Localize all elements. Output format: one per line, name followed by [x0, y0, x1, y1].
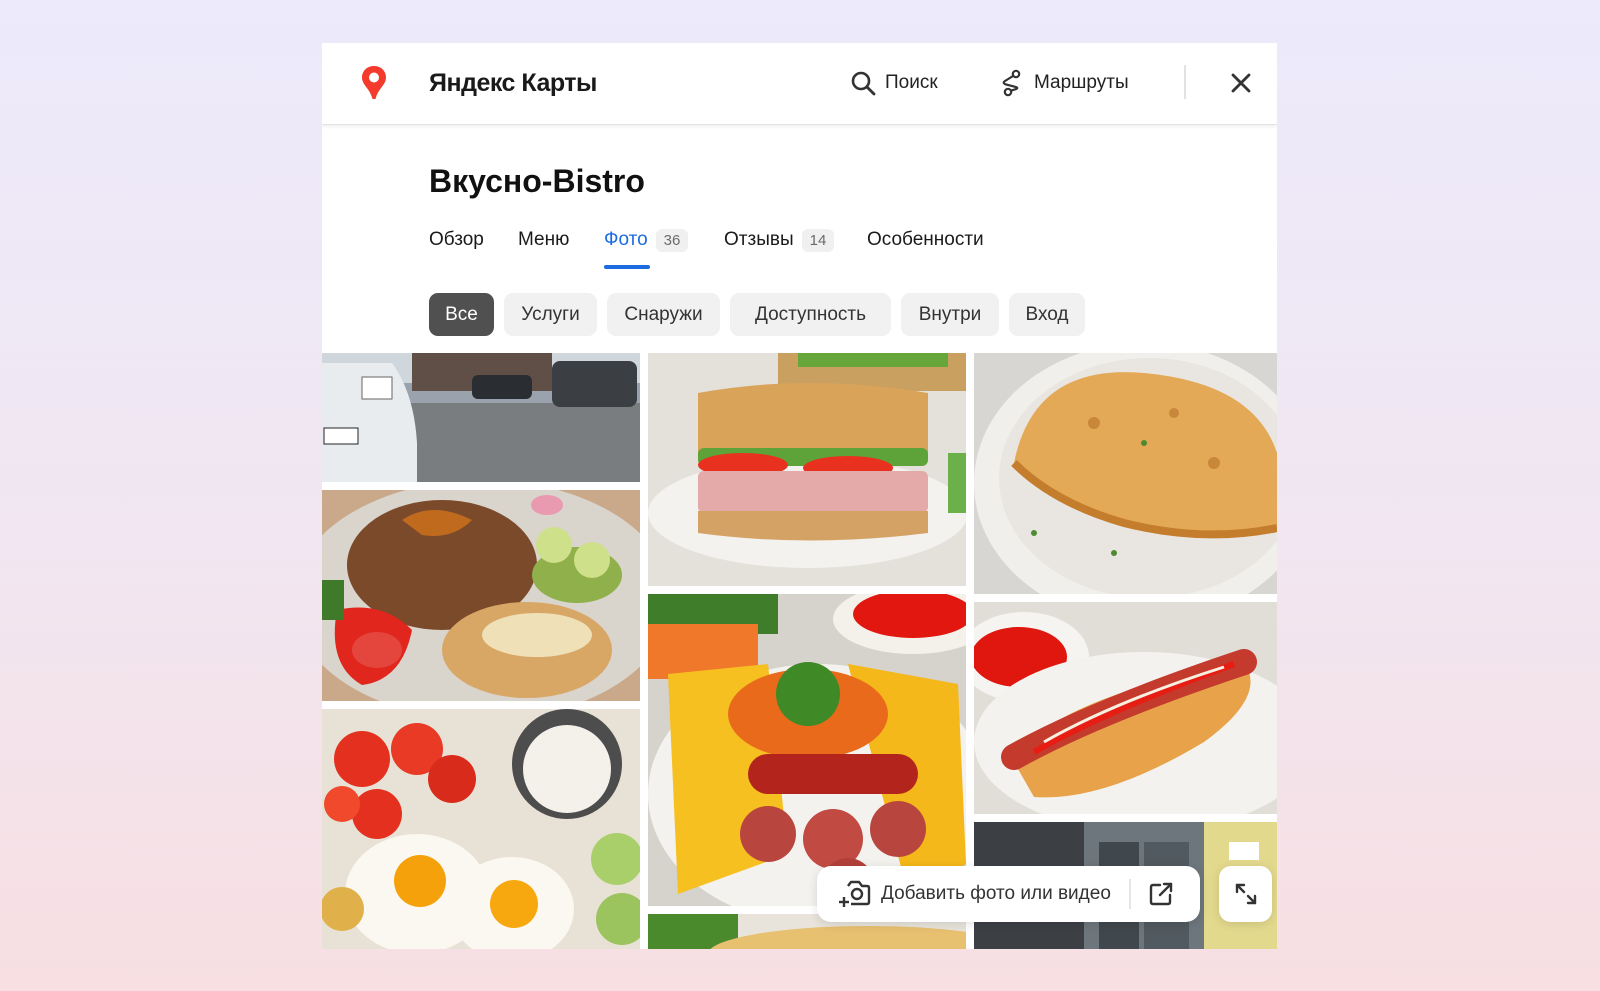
- tab-label: Меню: [518, 229, 570, 250]
- tab-label: Особенности: [867, 229, 984, 250]
- place-card-panel: Яндекс Карты Поиск Маршруты Вкусно-Bistr…: [322, 43, 1277, 949]
- header-divider: [1184, 65, 1186, 99]
- filter-all[interactable]: Все: [429, 293, 494, 336]
- tab-reviews[interactable]: Отзывы 14: [724, 223, 835, 257]
- search-icon: [851, 71, 876, 96]
- routes-button[interactable]: Маршруты: [999, 65, 1129, 101]
- add-photo-label: Добавить фото или видео: [881, 883, 1111, 904]
- filter-entrance[interactable]: Вход: [1009, 293, 1085, 336]
- fried-eggs-vegetables-photo[interactable]: [322, 709, 640, 949]
- search-label: Поиск: [885, 72, 938, 93]
- external-link-icon: [1149, 882, 1173, 906]
- close-icon[interactable]: [1227, 69, 1255, 97]
- header-bar: Яндекс Карты Поиск Маршруты: [322, 43, 1277, 125]
- fries-sausages-photo[interactable]: [648, 594, 966, 906]
- tab-overview[interactable]: Обзор: [429, 223, 484, 257]
- tab-count-badge: 36: [655, 228, 689, 252]
- routes-label: Маршруты: [1034, 72, 1129, 93]
- filter-outside[interactable]: Снаружи: [607, 293, 720, 336]
- tab-label: Обзор: [429, 229, 484, 250]
- filter-services[interactable]: Услуги: [504, 293, 597, 336]
- place-title: Вкусно-Bistro: [429, 163, 645, 199]
- search-button[interactable]: Поиск: [850, 65, 938, 101]
- tab-photos[interactable]: Фото 36: [604, 223, 689, 269]
- route-icon: [1002, 69, 1021, 97]
- active-tab-indicator: [604, 265, 650, 269]
- share-button[interactable]: [1131, 866, 1191, 922]
- street-parking-photo[interactable]: [322, 353, 640, 482]
- tab-label: Фото: [604, 229, 648, 250]
- hot-dog-photo[interactable]: [974, 602, 1277, 814]
- add-photo-bar: Добавить фото или видео: [817, 866, 1200, 922]
- map-pin-icon[interactable]: [360, 65, 388, 101]
- tab-count-badge: 14: [801, 228, 835, 252]
- expand-button[interactable]: [1219, 866, 1272, 922]
- filter-inside[interactable]: Внутри: [901, 293, 999, 336]
- buckwheat-chicken-plate-photo[interactable]: [322, 490, 640, 701]
- chebureki-pastry-photo[interactable]: [974, 353, 1277, 594]
- ham-sandwich-photo[interactable]: [648, 353, 966, 586]
- tab-label: Отзывы: [724, 229, 794, 250]
- brand-title[interactable]: Яндекс Карты: [429, 67, 597, 99]
- tab-menu[interactable]: Меню: [518, 223, 569, 257]
- expand-icon: [1235, 883, 1256, 905]
- tab-features[interactable]: Особенности: [867, 223, 984, 257]
- add-photo-button[interactable]: Добавить фото или видео: [817, 866, 1111, 922]
- filter-accessibility[interactable]: Доступность: [730, 293, 891, 336]
- camera-plus-icon: [839, 880, 871, 907]
